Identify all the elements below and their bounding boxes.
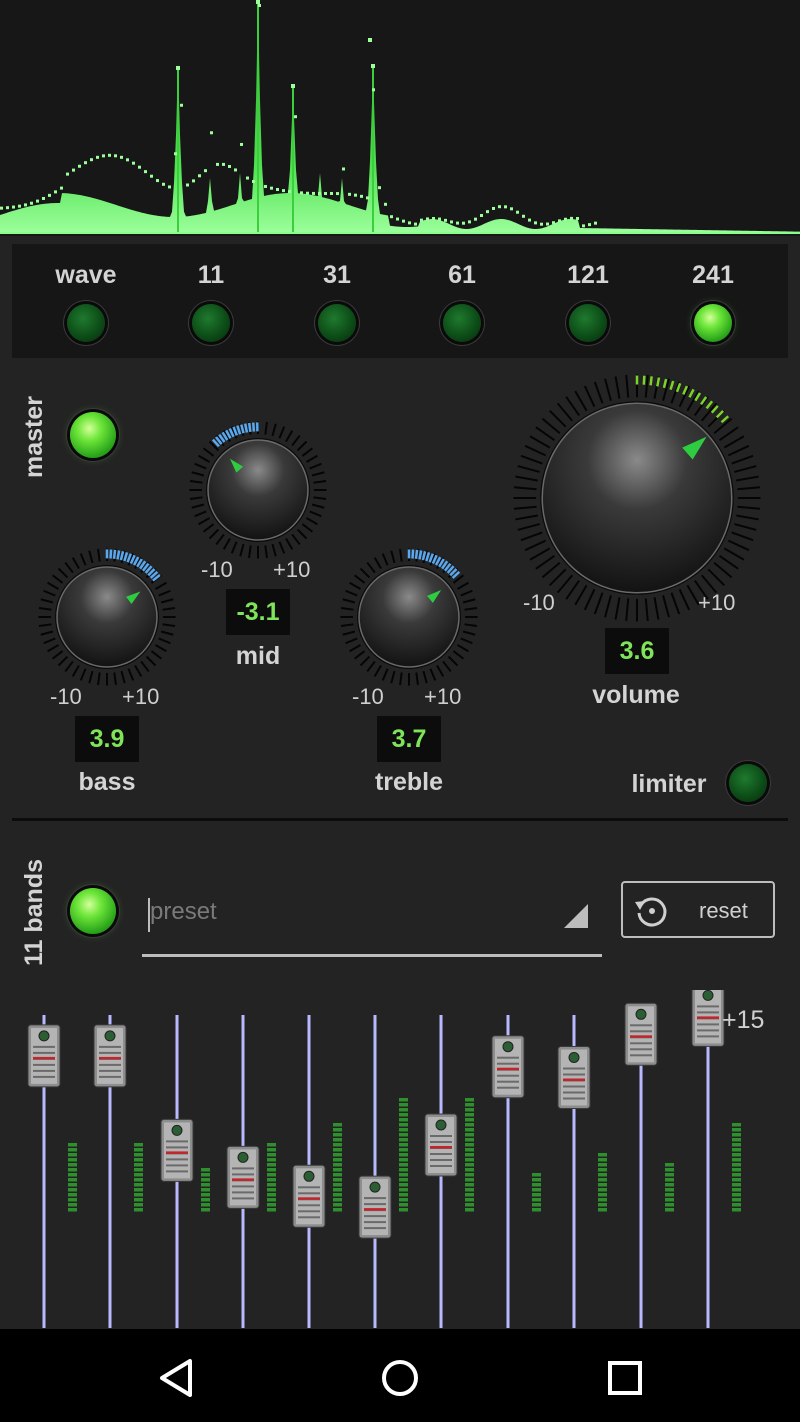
- mode-wave-label: wave: [55, 261, 117, 289]
- master-led[interactable]: [70, 412, 116, 458]
- mid-value: -3.1: [226, 589, 290, 635]
- navigation-bar: [0, 1329, 800, 1422]
- volume-knob-cap: [541, 402, 733, 594]
- mode-121-led[interactable]: [569, 304, 607, 342]
- bass-knob[interactable]: [37, 547, 177, 687]
- reset-icon: [635, 897, 667, 927]
- volume-label: volume: [592, 681, 680, 709]
- band-meter-9: [598, 1153, 607, 1212]
- bands-label: 11 bands: [20, 859, 48, 966]
- band-meter-11: [732, 1123, 741, 1212]
- recents-icon[interactable]: [600, 1353, 650, 1403]
- band-meter-10: [665, 1163, 674, 1212]
- mid-label: mid: [235, 642, 281, 670]
- mode-241[interactable]: 241: [663, 258, 763, 292]
- preset-placeholder: preset: [150, 898, 217, 925]
- treble-knob[interactable]: [339, 547, 479, 687]
- mode-31-led[interactable]: [318, 304, 356, 342]
- fader-knob-6: [358, 1175, 392, 1239]
- section-divider: [12, 818, 788, 821]
- mode-241-led[interactable]: [694, 304, 732, 342]
- fader-knob-9: [557, 1046, 591, 1109]
- mode-61-led[interactable]: [443, 304, 481, 342]
- band-meter-4: [267, 1143, 276, 1212]
- bass-label: bass: [78, 768, 136, 796]
- mode-wave-led[interactable]: [67, 304, 105, 342]
- band-meter-1: [68, 1143, 77, 1212]
- bass-max-label: +10: [122, 684, 160, 709]
- dropdown-arrow-icon: [564, 904, 588, 928]
- band-meter-6: [399, 1098, 408, 1212]
- fader-knob-3: [160, 1118, 194, 1182]
- fader-knob-4: [226, 1145, 260, 1209]
- bass-knob-cap: [56, 566, 158, 668]
- volume-value: 3.6: [605, 628, 669, 674]
- spectrum-display: [0, 0, 800, 236]
- mode-61-label: 61: [448, 261, 476, 289]
- spectrum-graph: [0, 0, 800, 234]
- fader-knob-1: [27, 1024, 61, 1088]
- text-caret: [148, 898, 150, 932]
- mode-31[interactable]: 31: [287, 258, 387, 292]
- mode-241-label: 241: [692, 261, 734, 289]
- mid-knob[interactable]: [188, 420, 328, 560]
- fader-knob-2: [93, 1024, 127, 1088]
- treble-knob-cap: [358, 566, 460, 668]
- treble-max-label: +10: [424, 684, 462, 709]
- band-meter-2: [134, 1143, 143, 1212]
- fader-knob-8: [491, 1035, 525, 1099]
- home-icon[interactable]: [375, 1353, 425, 1403]
- mode-11[interactable]: 11: [161, 258, 261, 292]
- eq-max-label: +15: [722, 1006, 765, 1034]
- spectrum-fill: [0, 3, 800, 233]
- mode-121-label: 121: [567, 261, 609, 289]
- equalizer-faders: [0, 983, 800, 1328]
- treble-min-label: -10: [352, 684, 384, 709]
- mid-min-label: -10: [201, 557, 233, 582]
- mode-11-led[interactable]: [192, 304, 230, 342]
- fader-knob-10: [624, 1002, 658, 1066]
- back-icon[interactable]: [152, 1353, 202, 1403]
- spectrum-peak-dots: [0, 0, 597, 228]
- fader-knob-7: [424, 1113, 458, 1177]
- bass-min-label: -10: [50, 684, 82, 709]
- spectrum-mode-panel: wave 11 31 61 121 241: [12, 244, 788, 358]
- treble-label: treble: [374, 768, 444, 796]
- limiter-label: limiter: [631, 770, 707, 798]
- mid-knob-cap: [207, 439, 309, 541]
- reset-button[interactable]: reset: [621, 881, 775, 938]
- mode-wave[interactable]: wave: [36, 258, 136, 292]
- fader-knob-11: [691, 983, 725, 1047]
- mode-61[interactable]: 61: [412, 258, 512, 292]
- band-meter-8: [532, 1173, 541, 1212]
- bands-led[interactable]: [70, 888, 116, 934]
- fader-knob-5: [292, 1164, 326, 1228]
- limiter-led[interactable]: [729, 764, 767, 802]
- preset-dropdown[interactable]: preset: [142, 884, 602, 957]
- band-meter-3: [201, 1168, 210, 1212]
- mode-31-label: 31: [323, 261, 351, 289]
- band-meter-5: [333, 1123, 342, 1212]
- reset-label: reset: [699, 898, 748, 923]
- band-meter-7: [465, 1098, 474, 1212]
- mode-121[interactable]: 121: [538, 258, 638, 292]
- volume-max-label: +10: [698, 590, 736, 615]
- volume-knob[interactable]: [511, 372, 763, 624]
- mode-11-label: 11: [197, 261, 225, 289]
- mid-max-label: +10: [273, 557, 311, 582]
- treble-value: 3.7: [377, 716, 441, 762]
- master-label: master: [20, 396, 48, 478]
- volume-min-label: -10: [523, 590, 555, 615]
- bass-value: 3.9: [75, 716, 139, 762]
